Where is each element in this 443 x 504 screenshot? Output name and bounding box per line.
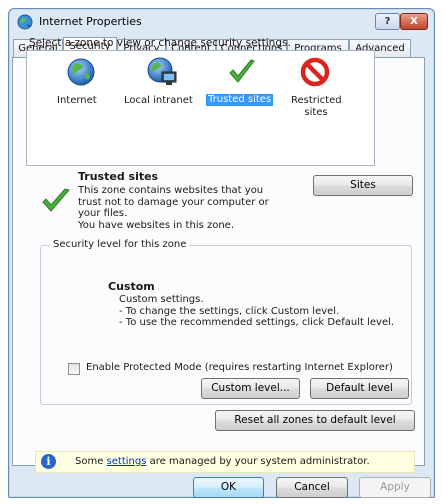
protected-mode-checkbox[interactable]: [68, 363, 80, 375]
selected-zone-title: Trusted sites: [78, 170, 159, 183]
selected-zone-desc-line: This zone contains websites that you: [78, 185, 264, 196]
zone-local-intranet-label: Local intranet: [124, 95, 193, 106]
zone-restricted-sites-label: Restricted sites: [291, 95, 342, 118]
default-level-button[interactable]: Default level: [310, 378, 409, 399]
panel-content: Select a zone to view or change security…: [0, 0, 443, 504]
security-level-title: Custom: [108, 280, 155, 293]
zone-trusted-sites-label: Trusted sites: [206, 94, 274, 106]
security-level-line: - To change the settings, click Custom l…: [119, 305, 340, 317]
zone-local-intranet[interactable]: Local intranet: [124, 57, 198, 117]
admin-info-prefix: Some: [75, 456, 107, 467]
zone-internet-label: Internet: [57, 95, 97, 106]
info-icon: i: [41, 454, 56, 469]
globe-icon: [67, 58, 95, 86]
zone-trusted-sites[interactable]: Trusted sites: [205, 57, 279, 117]
selected-zone-description: This zone contains websites that you tru…: [78, 185, 283, 220]
settings-link[interactable]: settings: [107, 456, 147, 467]
security-level-line: - To use the recommended settings, click…: [119, 317, 395, 328]
zone-prompt: Select a zone to view or change security…: [29, 37, 291, 49]
cancel-button[interactable]: Cancel: [276, 477, 348, 498]
zone-list: Internet Local intranet Trusted sites Re…: [26, 50, 375, 166]
intranet-icon: [147, 57, 177, 85]
admin-info-text: Some settings are managed by your system…: [75, 456, 370, 467]
selected-zone-count: You have websites in this zone.: [78, 220, 235, 231]
selected-zone-desc-line: trust not to damage your computer or: [78, 196, 269, 208]
protected-mode-label[interactable]: Enable Protected Mode (requires restarti…: [86, 362, 393, 373]
admin-info-suffix: are managed by your system administrator…: [146, 456, 370, 467]
zone-restricted-sites[interactable]: Restricted sites: [285, 57, 345, 118]
security-level-line: Custom settings.: [119, 294, 204, 305]
trusted-sites-checkmark-icon: [42, 188, 70, 212]
apply-button[interactable]: Apply: [359, 477, 431, 498]
zone-internet[interactable]: Internet: [51, 57, 111, 117]
ok-button[interactable]: OK: [193, 477, 264, 498]
reset-all-zones-button[interactable]: Reset all zones to default level: [215, 410, 415, 431]
security-level-legend: Security level for this zone: [50, 239, 190, 250]
sites-button[interactable]: Sites: [313, 175, 413, 196]
custom-level-button[interactable]: Custom level...: [201, 378, 300, 399]
security-level-description: Custom settings. - To change the setting…: [119, 294, 394, 329]
checkmark-icon: [229, 59, 255, 83]
restricted-icon: [300, 57, 330, 87]
selected-zone-desc-line: your files.: [78, 208, 128, 219]
